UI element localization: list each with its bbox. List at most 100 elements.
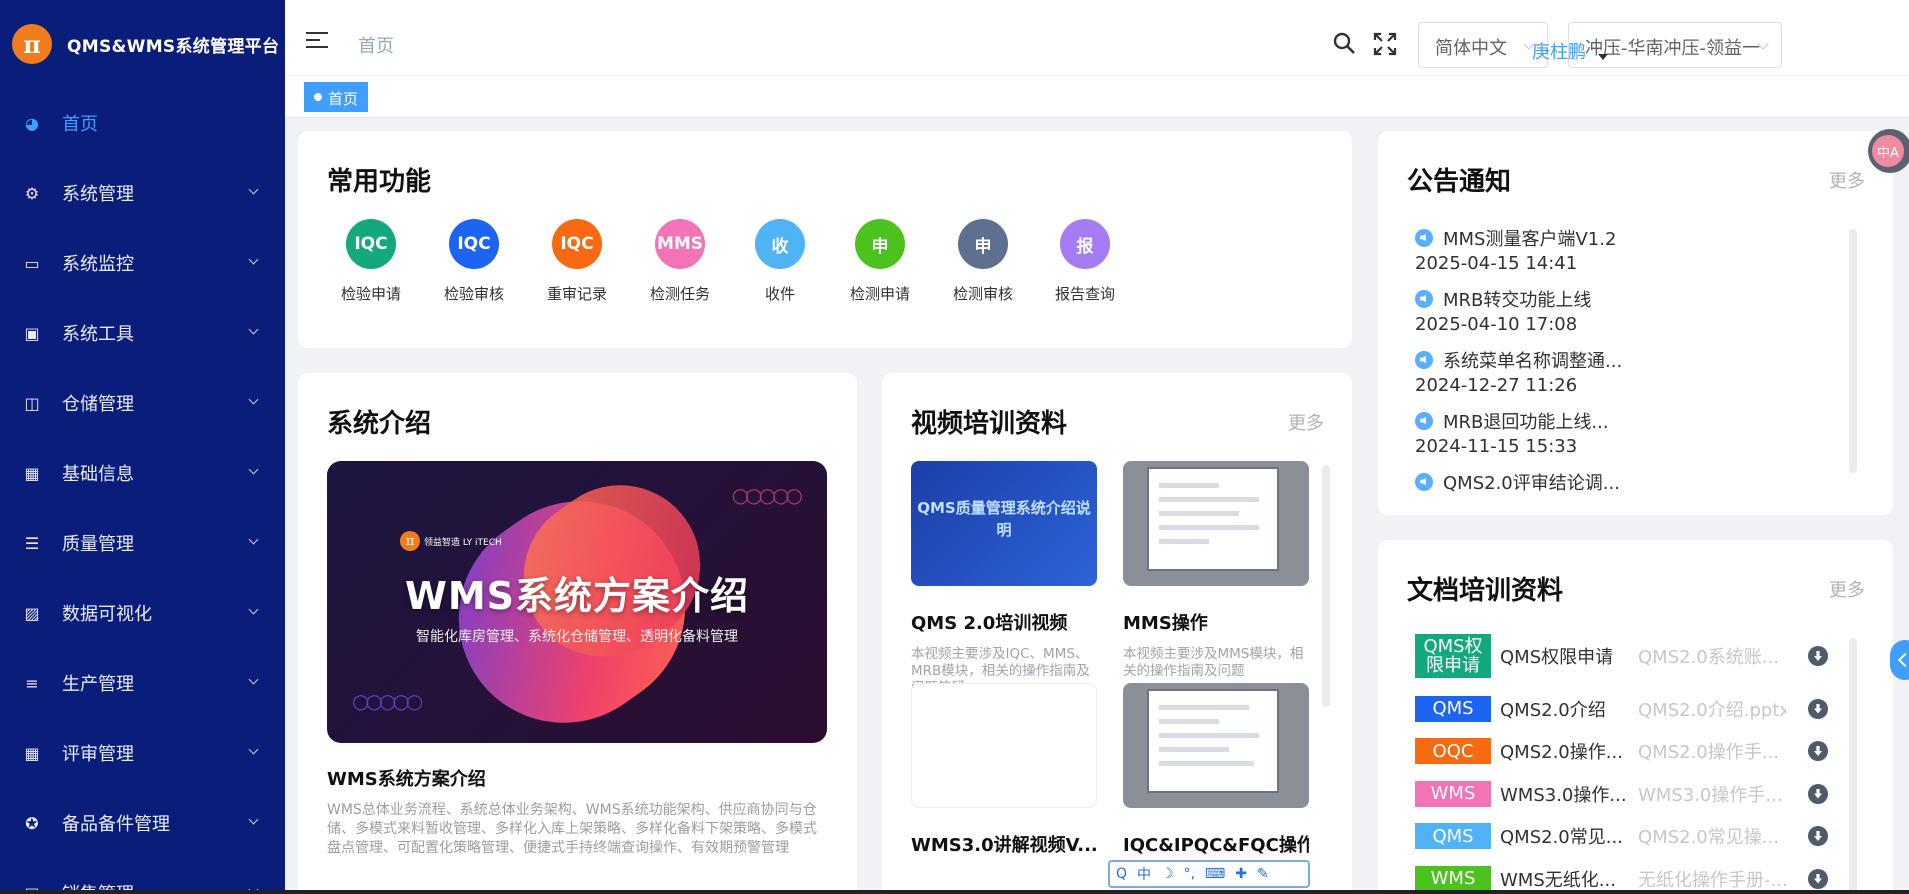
doc-badge: QMS权限申请 [1415,634,1491,678]
scrollbar[interactable] [1849,229,1857,473]
caret-down-icon[interactable] [1598,54,1608,60]
banner-circles-icon: ○○○○○ [731,483,803,507]
user-menu[interactable]: 庚柱鹏 [1532,38,1586,64]
download-icon[interactable] [1808,826,1828,846]
ime-button-icon[interactable]: ⌨ [1205,866,1225,882]
doc-badge: WMS [1415,865,1491,892]
quick-function-item[interactable]: MMS 检测任务 [630,219,730,304]
language-select[interactable]: 简体中文 [1418,22,1548,68]
chevron-down-icon [248,184,259,195]
ime-button-icon[interactable]: 中 [1137,864,1151,884]
function-badge-icon: MMS [655,219,705,269]
scrollbar[interactable] [1849,638,1857,894]
doc-file: WMS3.0操作手... [1638,784,1783,806]
video-title[interactable]: QMS 2.0培训视频 [911,609,1097,635]
notice-item[interactable]: QMS2.0评审结论调... [1415,469,1655,495]
sidebar-item[interactable]: ▦ 评审管理 [0,718,285,788]
tag-home[interactable]: 首页 [304,82,369,112]
quick-function-item[interactable]: 收收件 [730,219,830,304]
video-title[interactable]: WMS3.0讲解视频V... [911,831,1097,857]
quick-function-item[interactable]: IQC 重审记录 [527,219,627,304]
sidebar-item[interactable]: ▭ 系统监控 [0,228,285,298]
video-thumbnail[interactable] [1123,683,1309,808]
ime-button-icon[interactable]: ☽ [1161,866,1174,882]
banner-logo: π 领益智造 LY iTECH [400,531,502,551]
video-thumbnail[interactable] [911,683,1097,808]
ime-button-icon[interactable]: ✎ [1257,866,1269,882]
sidebar-item[interactable]: ⚙ 系统管理 [0,158,285,228]
screenshot-preview [1149,469,1277,569]
notice-item[interactable]: 系统菜单名称调整通... 2024-12-27 11:26 [1415,347,1655,396]
translate-button[interactable]: 中A [1868,129,1909,173]
sidebar-item[interactable]: ▨ 数据可视化 [0,578,285,648]
function-badge-icon: 申 [958,219,1008,269]
ime-button-icon[interactable]: Q [1116,866,1127,882]
sidebar-item[interactable]: ▦ 基础信息 [0,438,285,508]
doc-file: QMS2.0系统账... [1638,647,1779,668]
brand[interactable]: π QMS&WMS系统管理平台 [0,0,285,88]
brand-logo-icon: π [400,531,420,551]
ime-button-icon[interactable]: °, [1184,866,1195,882]
scrollbar[interactable] [1322,465,1330,707]
video-thumbnail[interactable] [1123,461,1309,586]
chevron-down-icon [248,254,259,265]
breadcrumb[interactable]: 首页 [358,32,394,58]
quick-function-item[interactable]: 报报告查询 [1035,219,1135,304]
card-title: 常用功能 [327,167,432,197]
doc-item[interactable]: OQC QMS2.0操作... QMS2.0操作手... [1415,735,1840,767]
search-icon[interactable] [1332,31,1356,55]
sidebar-item[interactable]: ◕ 首页 [0,88,285,158]
ime-toolbar[interactable]: Q 中 ☽ °, ⌨ ✚ ✎ [1108,860,1310,888]
sidebar-item[interactable]: ✪ 备品备件管理 [0,788,285,858]
notice-item[interactable]: MMS测量客户端V1.2 2025-04-15 14:41 [1415,225,1655,274]
download-icon[interactable] [1808,783,1828,804]
quick-function-item[interactable]: IQC 检验审核 [424,219,524,304]
collapse-menu-icon[interactable] [306,32,328,50]
org-value: 冲压-华南冲压-领益一 [1585,38,1760,59]
video-thumbnail[interactable]: QMS质量管理系统介绍说明 [911,461,1097,586]
toolbox-icon: ▣ [24,323,40,343]
notice-item[interactable]: MRB转交功能上线 2025-04-10 17:08 [1415,286,1655,335]
download-icon[interactable] [1808,868,1828,889]
sidebar-item[interactable]: ≡ 生产管理 [0,648,285,718]
intro-banner[interactable]: ○○○○○ ○○○○○ π 领益智造 LY iTECH WMS系统方案介绍 智能… [327,461,827,743]
download-icon[interactable] [1808,646,1828,666]
sidebar: π QMS&WMS系统管理平台 ◕ 首页 ⚙ 系统管理 ▭ 系统监控 ▣ 系统工具 ◫ 仓储管理 ▦… [0,0,285,894]
video-training-card: 视频培训资料 更多 QMS质量管理系统介绍说明 QMS 2.0培训视频 MMS操… [882,373,1352,894]
dashboard-icon: ◕ [25,113,39,133]
notice-item[interactable]: MRB退回功能上线... 2024-11-15 15:33 [1415,408,1655,457]
doc-item[interactable]: QMS权限申请 QMS权限申请 QMS2.0系统账... [1415,633,1840,679]
function-badge-icon: IQC [346,219,396,269]
quick-function-item[interactable]: 申检测审核 [933,219,1033,304]
org-select[interactable]: 冲压-华南冲压-领益一 [1568,22,1782,68]
more-link[interactable]: 更多 [1829,576,1865,602]
sidebar-item[interactable]: ◫ 仓储管理 [0,368,285,438]
video-title[interactable]: IQC&IPQC&FQC操作 [1123,831,1309,857]
sidebar-item[interactable]: ☰ 质量管理 [0,508,285,578]
video-title[interactable]: MMS操作 [1123,609,1309,635]
video-description: 本视频主要涉及MMS模块，相关的操作指南及问题 [1123,646,1304,679]
more-link[interactable]: 更多 [1288,409,1324,435]
doc-badge: QMS [1415,823,1491,849]
banner-brand: 领益智造 LY iTECH [424,537,502,548]
doc-item[interactable]: QMS QMS2.0常见... QMS2.0常见操... [1415,820,1840,852]
doc-item[interactable]: WMS WMS3.0操作... WMS3.0操作手... [1415,778,1840,810]
download-icon[interactable] [1808,698,1828,719]
download-icon[interactable] [1808,741,1828,761]
chevron-down-icon [248,604,259,615]
doc-item[interactable]: QMS QMS2.0介绍 QMS2.0介绍.pptx [1415,693,1840,725]
ime-button-icon[interactable]: ✚ [1235,866,1247,882]
quick-function-item[interactable]: 申检测申请 [830,219,930,304]
fullscreen-icon[interactable] [1373,32,1397,56]
sidebar-item[interactable]: ▤销售管理 [0,858,285,894]
side-panel-toggle[interactable] [1890,640,1909,680]
notice-title: 系统菜单名称调整通... [1443,351,1623,372]
function-badge-icon: 收 [755,219,805,269]
doc-badge: WMS [1415,780,1491,807]
more-link[interactable]: 更多 [1829,167,1865,193]
sidebar-item[interactable]: ▣ 系统工具 [0,298,285,368]
quick-function-item[interactable]: IQC 检验申请 [321,219,421,304]
speaker-icon [1415,412,1433,430]
notice-card: 公告通知 更多 MMS测量客户端V1.2 2025-04-15 14:41 MRB转… [1378,131,1893,515]
top-header: 首页 简体中文 冲压-华南冲压-领益一 [285,0,1909,76]
